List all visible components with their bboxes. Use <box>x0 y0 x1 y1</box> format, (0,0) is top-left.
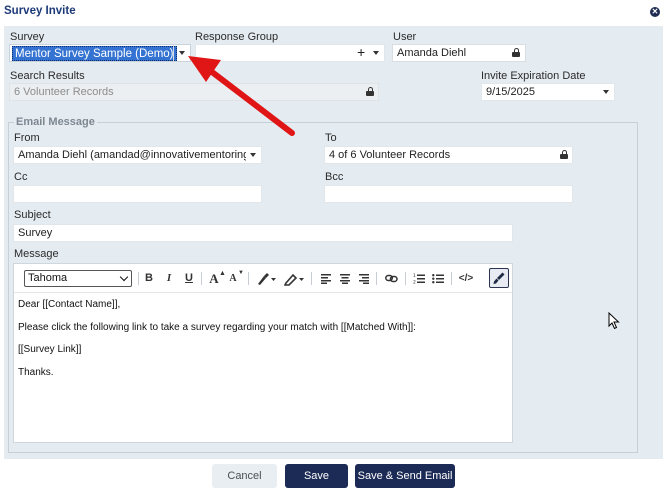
caret-down-icon[interactable] <box>373 51 379 55</box>
arrow-up-icon: ▲ <box>219 270 226 277</box>
numbered-list-icon[interactable]: 12 <box>413 273 425 287</box>
italic-icon[interactable]: I <box>163 271 175 286</box>
text-color-icon[interactable] <box>256 272 276 289</box>
lock-icon <box>560 150 568 159</box>
from-select[interactable]: Amanda Diehl (amandad@innovativementorin… <box>13 146 262 164</box>
caret-down-icon <box>250 153 256 157</box>
toolbar-divider <box>376 272 377 285</box>
caret-down-icon <box>179 51 185 55</box>
expiration-date-picker[interactable]: 9/15/2025 <box>481 83 615 101</box>
font-family-select[interactable]: Tahoma <box>24 270 132 287</box>
message-line-closing: Thanks. <box>18 367 54 378</box>
toolbar-divider <box>451 272 452 285</box>
toolbar-divider <box>138 272 139 285</box>
subject-label: Subject <box>14 209 51 221</box>
expiration-date-label: Invite Expiration Date <box>481 70 586 82</box>
user-field: Amanda Diehl <box>392 44 526 62</box>
from-label: From <box>14 132 40 144</box>
svg-text:1: 1 <box>413 273 416 279</box>
dialog-title-bar: Survey Invite ✕ <box>0 0 669 24</box>
survey-selected-value: Mentor Survey Sample (Demo) <box>12 46 177 61</box>
subject-input[interactable]: Survey <box>13 224 513 242</box>
message-label: Message <box>14 248 59 260</box>
save-button[interactable]: Save <box>285 464 348 488</box>
email-message-legend: Email Message <box>14 116 97 128</box>
message-editor[interactable]: Tahoma B I U A ▲ A ▼ 1 2 </> Dear [[Cont… <box>13 263 513 443</box>
font-family-value: Tahoma <box>28 272 68 284</box>
from-dropdown-button[interactable] <box>246 147 261 163</box>
toolbar-divider <box>201 272 202 285</box>
caret-down-icon[interactable] <box>603 90 609 94</box>
bold-icon[interactable]: B <box>143 271 155 286</box>
align-left-icon[interactable] <box>321 274 331 287</box>
to-label: To <box>325 132 337 144</box>
message-line-body: Please click the following link to take … <box>18 322 416 333</box>
close-icon[interactable]: ✕ <box>650 7 660 17</box>
align-center-icon[interactable] <box>340 274 350 287</box>
arrow-down-icon: ▼ <box>238 270 244 276</box>
message-line-survey-link: [[Survey Link]] <box>18 344 82 355</box>
toolbar-divider <box>405 272 406 285</box>
bcc-input[interactable] <box>324 185 573 203</box>
message-line-greeting: Dear [[Contact Name]], <box>18 299 121 310</box>
save-and-send-email-button[interactable]: Save & Send Email <box>355 464 455 488</box>
editor-toolbar: Tahoma B I U A ▲ A ▼ 1 2 </> <box>14 264 512 293</box>
survey-select[interactable]: Mentor Survey Sample (Demo) <box>9 44 191 62</box>
bulleted-list-icon[interactable] <box>432 273 444 287</box>
chevron-down-icon <box>119 272 129 282</box>
mouse-cursor-icon <box>608 312 620 330</box>
add-icon[interactable]: + <box>357 44 365 60</box>
survey-label: Survey <box>10 31 45 43</box>
html-source-icon[interactable]: </> <box>457 271 475 286</box>
cancel-button[interactable]: Cancel <box>212 464 277 488</box>
font-size-decrease-icon[interactable]: A <box>228 271 238 286</box>
highlight-color-icon[interactable] <box>283 272 304 289</box>
cc-input[interactable] <box>13 185 262 203</box>
align-right-icon[interactable] <box>359 274 369 287</box>
toolbar-divider <box>248 272 249 285</box>
search-results-field: 6 Volunteer Records <box>9 83 379 101</box>
bcc-label: Bcc <box>325 171 344 183</box>
format-painter-button[interactable] <box>489 268 509 288</box>
underline-icon[interactable]: U <box>183 271 195 286</box>
response-group-label: Response Group <box>195 31 279 43</box>
to-field: 4 of 6 Volunteer Records <box>324 146 573 164</box>
dialog-title: Survey Invite <box>4 5 76 17</box>
toolbar-divider <box>311 272 312 285</box>
svg-text:2: 2 <box>413 280 416 285</box>
link-icon[interactable] <box>385 273 398 287</box>
lock-icon <box>366 87 374 96</box>
clear-format-icon <box>493 272 505 284</box>
user-label: User <box>393 31 417 43</box>
survey-dropdown-button[interactable] <box>173 45 191 61</box>
search-results-label: Search Results <box>10 70 85 82</box>
cc-label: Cc <box>14 171 28 183</box>
lock-icon <box>512 48 520 57</box>
